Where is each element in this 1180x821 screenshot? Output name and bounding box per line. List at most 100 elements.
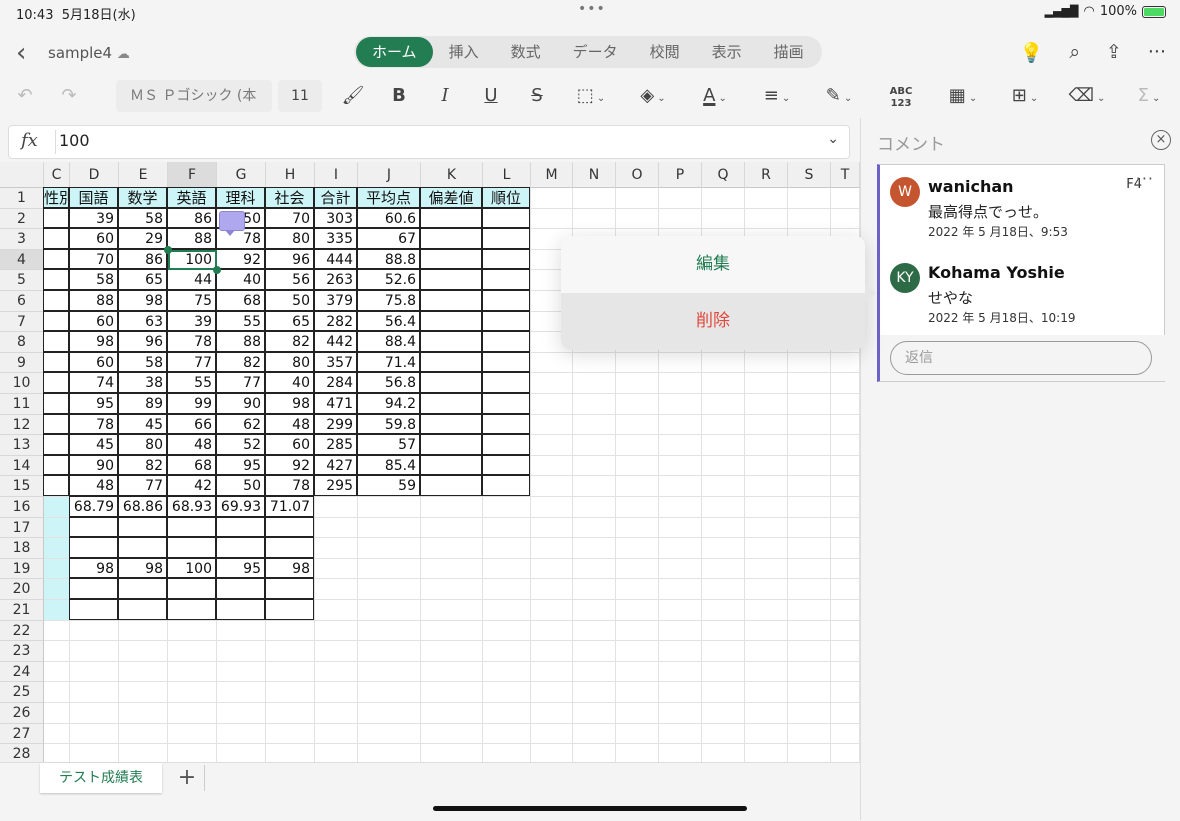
table-cell[interactable]: 60.6 [357, 207, 420, 229]
column-header[interactable]: R [745, 162, 788, 188]
grid-cell[interactable] [616, 517, 659, 539]
grid-cell[interactable] [573, 455, 616, 477]
row-header[interactable]: 25 [0, 682, 44, 703]
grid-cell[interactable] [573, 744, 616, 762]
table-cell[interactable]: 56 [265, 269, 314, 290]
row-header[interactable]: 17 [0, 517, 44, 539]
table-cell[interactable]: 299 [314, 413, 357, 435]
table-cell[interactable]: 89 [118, 393, 167, 414]
grid-cell[interactable] [788, 435, 831, 456]
grid-cell[interactable] [659, 476, 702, 497]
grid-cell[interactable] [531, 476, 573, 497]
grid-cell[interactable] [831, 188, 860, 209]
grid-cell[interactable] [788, 188, 831, 209]
table-header-cell[interactable]: 偏差値 [420, 187, 482, 208]
table-cell[interactable]: 77 [216, 372, 265, 393]
table-cell[interactable]: 90 [216, 393, 265, 414]
row-header[interactable]: 18 [0, 538, 44, 559]
grid-cell[interactable] [788, 641, 831, 662]
grid-cell[interactable] [788, 373, 831, 394]
grid-cell[interactable] [531, 517, 573, 539]
grid-cell[interactable] [573, 558, 616, 580]
grid-cell[interactable] [168, 661, 217, 683]
table-cell[interactable]: 88.8 [357, 248, 420, 270]
table-cell[interactable]: 58 [69, 269, 118, 290]
column-header[interactable]: Q [702, 162, 745, 188]
grid-cell[interactable] [483, 600, 531, 621]
grid-cell[interactable] [788, 517, 831, 539]
table-cell[interactable] [482, 413, 530, 435]
table-cell[interactable] [43, 413, 69, 435]
grid-cell[interactable] [573, 723, 616, 745]
table-cell[interactable]: 44 [167, 269, 216, 290]
average-cell[interactable]: 71.07 [265, 496, 314, 517]
grid-cell[interactable] [616, 497, 659, 518]
table-cell[interactable] [420, 228, 482, 249]
grid-cell[interactable] [659, 188, 702, 209]
table-cell[interactable]: 68 [167, 454, 216, 476]
row-header[interactable]: 28 [0, 744, 44, 762]
selected-cell[interactable] [168, 249, 217, 271]
table-cell[interactable] [43, 290, 69, 311]
grid-cell[interactable] [745, 188, 788, 209]
grid-cell[interactable] [168, 682, 217, 703]
grid-cell[interactable] [421, 661, 483, 683]
table-header-cell[interactable]: 英語 [167, 187, 216, 208]
grid-cell[interactable] [616, 188, 659, 209]
table-cell[interactable]: 88 [69, 290, 118, 311]
table-cell[interactable] [69, 578, 118, 599]
grid-cell[interactable] [745, 641, 788, 662]
table-cell[interactable]: 56.8 [357, 372, 420, 393]
table-cell[interactable]: 67 [357, 228, 420, 249]
grid-cell[interactable] [745, 394, 788, 415]
grid-cell[interactable] [616, 703, 659, 724]
grid-cell[interactable] [659, 208, 702, 230]
table-cell[interactable]: 77 [118, 475, 167, 496]
table-cell[interactable] [265, 578, 314, 599]
comment-marker-icon[interactable] [219, 210, 245, 236]
table-cell[interactable]: 379 [314, 290, 357, 311]
grid-cell[interactable] [659, 723, 702, 745]
grid-cell[interactable] [659, 703, 702, 724]
undo-icon[interactable]: ↶ [12, 82, 38, 110]
grid-cell[interactable] [702, 600, 745, 621]
grid-cell[interactable] [70, 703, 119, 724]
grid-cell[interactable] [358, 497, 421, 518]
grid-cell[interactable] [358, 641, 421, 662]
grid-cell[interactable] [659, 517, 702, 539]
grid-cell[interactable] [168, 744, 217, 762]
grid-cell[interactable] [659, 455, 702, 477]
grid-cell[interactable] [702, 497, 745, 518]
grid-cell[interactable] [266, 641, 315, 662]
row-header[interactable]: 19 [0, 558, 44, 580]
table-cell[interactable] [420, 393, 482, 414]
grid-cell[interactable] [702, 641, 745, 662]
grid-cell[interactable] [788, 558, 831, 580]
grid-cell[interactable] [659, 600, 702, 621]
table-cell[interactable]: 48 [265, 413, 314, 435]
grid-cell[interactable] [358, 517, 421, 539]
grid-cell[interactable] [315, 661, 358, 683]
grid-cell[interactable] [483, 703, 531, 724]
grid-cell[interactable] [659, 497, 702, 518]
grid-cell[interactable] [702, 208, 745, 230]
grid-cell[interactable] [119, 703, 168, 724]
table-cell[interactable] [43, 269, 69, 290]
grid-cell[interactable] [483, 661, 531, 683]
table-cell[interactable] [43, 434, 69, 455]
table-cell[interactable]: 71.4 [357, 351, 420, 373]
max-cell[interactable]: 98 [69, 557, 118, 579]
table-cell[interactable]: 45 [118, 413, 167, 435]
table-cell[interactable]: 50 [216, 475, 265, 496]
table-cell[interactable] [420, 454, 482, 476]
grid-cell[interactable] [266, 703, 315, 724]
grid-cell[interactable] [573, 579, 616, 600]
grid-cell[interactable] [266, 682, 315, 703]
grid-cell[interactable] [788, 723, 831, 745]
grid-cell[interactable] [788, 394, 831, 415]
grid-cell[interactable] [745, 517, 788, 539]
table-cell[interactable] [43, 351, 69, 373]
table-cell[interactable]: 78 [265, 475, 314, 496]
row-header[interactable]: 15 [0, 476, 44, 497]
eraser-icon[interactable]: ⌫ ⌄ [1066, 82, 1108, 110]
